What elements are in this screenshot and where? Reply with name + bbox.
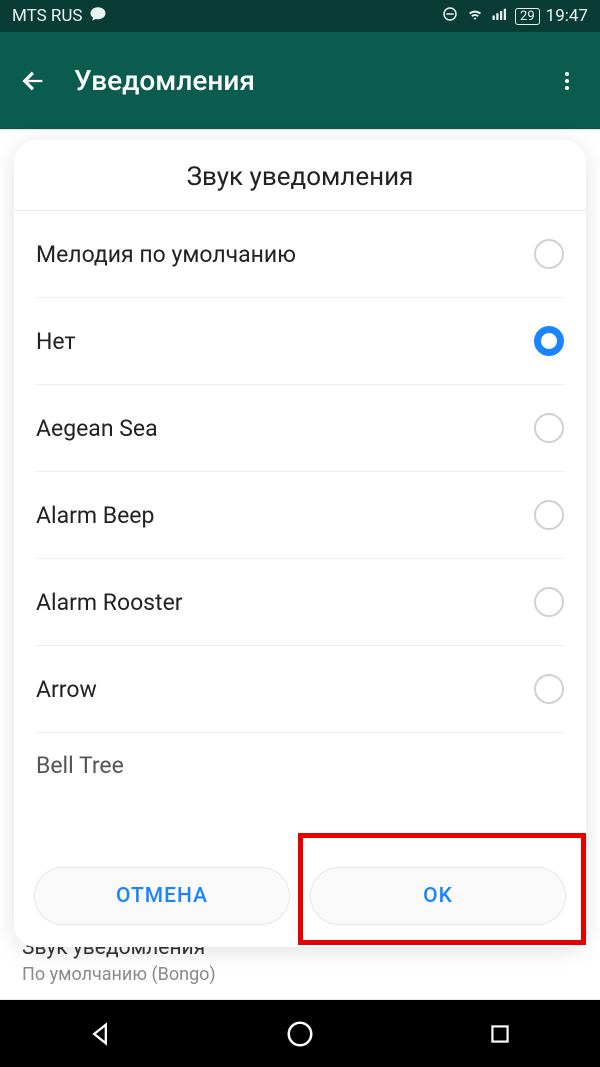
app-bar: Уведомления <box>0 32 600 129</box>
radio-icon <box>534 413 564 443</box>
battery-level: 29 <box>515 8 540 25</box>
more-button[interactable] <box>552 66 582 96</box>
sound-option[interactable]: Aegean Sea <box>36 385 564 472</box>
sound-picker-dialog: Звук уведомления Мелодия по умолчанию Не… <box>14 140 586 947</box>
sound-option-label: Bell Tree <box>36 752 124 779</box>
sound-option[interactable]: Мелодия по умолчанию <box>36 211 564 298</box>
dialog-actions: ОТМЕНА OK <box>14 849 586 947</box>
ok-button[interactable]: OK <box>310 867 566 925</box>
radio-icon <box>534 587 564 617</box>
system-nav-bar <box>0 1000 600 1067</box>
sound-option-label: Alarm Beep <box>36 502 154 529</box>
dnd-icon <box>441 5 459 28</box>
sound-option-label: Aegean Sea <box>36 415 158 442</box>
setting-value: По умолчанию (Bongo) <box>22 964 578 985</box>
sound-option-label: Нет <box>36 328 76 355</box>
radio-icon <box>534 500 564 530</box>
sound-option[interactable]: Bell Tree <box>36 733 564 783</box>
cancel-button[interactable]: ОТМЕНА <box>34 867 290 925</box>
signal-icon <box>491 5 509 28</box>
radio-icon <box>534 326 564 356</box>
carrier-label: MTS RUS <box>12 6 83 26</box>
dialog-title: Звук уведомления <box>14 140 586 211</box>
nav-home-button[interactable] <box>283 1017 317 1051</box>
chat-icon <box>89 5 107 28</box>
clock: 19:47 <box>546 6 588 26</box>
dialog-options-list[interactable]: Мелодия по умолчанию Нет Aegean Sea Alar… <box>14 211 586 849</box>
sound-option-label: Arrow <box>36 676 97 703</box>
back-button[interactable] <box>18 66 48 96</box>
page-title: Уведомления <box>74 64 552 97</box>
nav-recents-button[interactable] <box>483 1017 517 1051</box>
wifi-icon <box>465 5 485 28</box>
sound-option[interactable]: Нет <box>36 298 564 385</box>
nav-back-button[interactable] <box>83 1017 117 1051</box>
sound-option[interactable]: Arrow <box>36 646 564 733</box>
sound-option-label: Alarm Rooster <box>36 589 183 616</box>
sound-option[interactable]: Alarm Rooster <box>36 559 564 646</box>
radio-icon <box>534 239 564 269</box>
status-bar: MTS RUS 29 19:47 <box>0 0 600 32</box>
sound-option-label: Мелодия по умолчанию <box>36 241 296 268</box>
radio-icon <box>534 674 564 704</box>
sound-option[interactable]: Alarm Beep <box>36 472 564 559</box>
